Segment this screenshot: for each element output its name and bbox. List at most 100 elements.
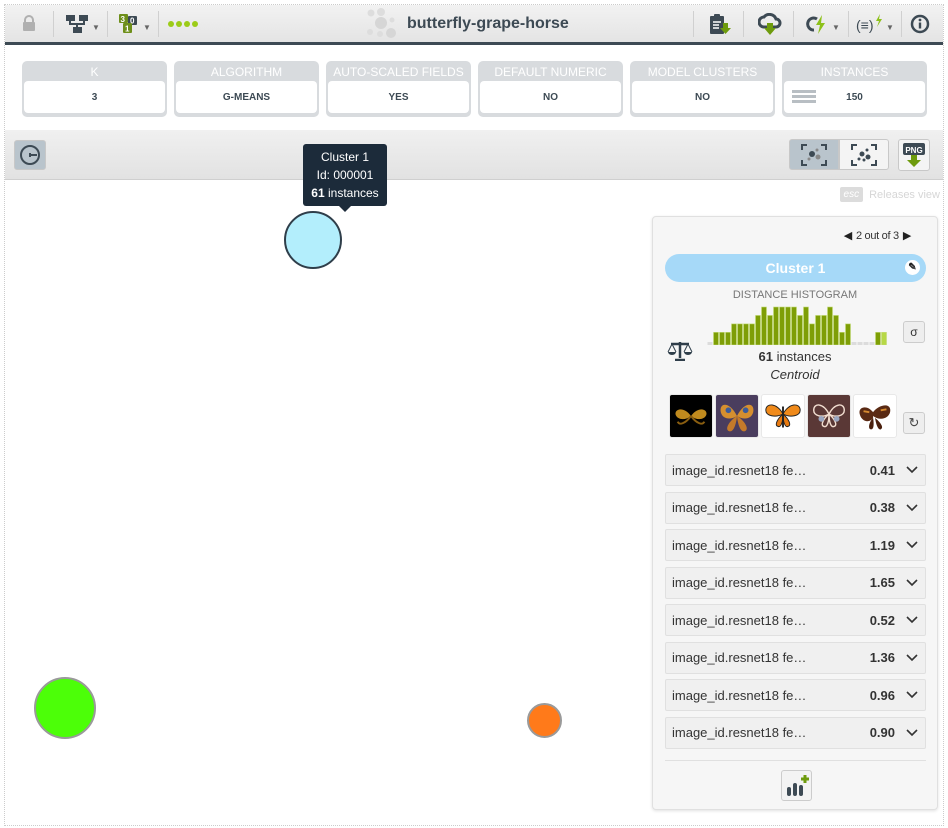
- cluster-focus-icon: [801, 143, 827, 166]
- histogram-bar: [773, 306, 779, 345]
- summary-label: DEFAULT NUMERIC: [494, 65, 607, 79]
- cluster-bubble-orange[interactable]: [527, 703, 562, 738]
- summary-label: AUTO-SCALED FIELDS: [333, 65, 464, 79]
- sigma-button[interactable]: σ: [903, 321, 925, 343]
- view-mode-toggle: [789, 139, 889, 170]
- histogram-bar: [875, 332, 881, 345]
- chevron-down-icon: ▼: [832, 23, 840, 32]
- lock-icon[interactable]: [19, 5, 39, 42]
- cluster-view-button[interactable]: [789, 139, 839, 170]
- field-value: 1.19: [869, 537, 895, 553]
- field-name: image_id.resnet18 fe…: [672, 537, 807, 553]
- add-field-chart-button[interactable]: [781, 770, 812, 801]
- histogram-bar: [749, 323, 755, 345]
- download-cloud-icon: [758, 12, 782, 35]
- scatter-view-button[interactable]: [839, 139, 889, 170]
- histogram-title: DISTANCE HISTOGRAM: [732, 289, 858, 301]
- info-button[interactable]: [907, 5, 933, 42]
- field-name: image_id.resnet18 fe…: [672, 500, 807, 515]
- field-value: 0.90: [869, 725, 895, 740]
- field-name: image_id.resnet18 fe…: [672, 725, 807, 740]
- field-row[interactable]: image_id.resnet18 fe… 0.90: [665, 716, 926, 749]
- edit-pencil-icon[interactable]: ✎: [905, 260, 920, 275]
- status-dots-icon: [165, 5, 201, 42]
- chevron-down-icon[interactable]: [905, 616, 919, 624]
- field-row[interactable]: image_id.resnet18 fe… 0.52: [665, 604, 926, 636]
- cluster-scatter-icon: [851, 143, 877, 166]
- histogram-bar: [863, 342, 869, 345]
- cluster-bubble-green[interactable]: [34, 677, 96, 739]
- summary-value: 150: [846, 91, 863, 103]
- summary-card-k: K 3: [22, 61, 167, 117]
- actionable-code-button[interactable]: (≡) ▼: [855, 5, 895, 42]
- histogram-bar: [725, 332, 731, 345]
- chevron-down-icon[interactable]: [905, 728, 919, 737]
- chevron-down-icon: ▼: [143, 23, 151, 32]
- thumbnail[interactable]: [853, 394, 897, 438]
- export-png-button[interactable]: PNG: [898, 139, 930, 171]
- info-icon: [910, 14, 930, 33]
- model-tree-icon: [66, 14, 89, 33]
- cluster-bubble-1[interactable]: [284, 211, 342, 269]
- tooltip-count: 61: [311, 186, 325, 200]
- summary-card-algorithm: ALGORITHM G-MEANS: [174, 61, 319, 117]
- export-summary-button[interactable]: [705, 5, 735, 42]
- top-toolbar: ▼ 301 ▼ butterfly-grape-horse ▼ (≡) ▼: [5, 5, 943, 45]
- field-value: 0.38: [869, 500, 895, 515]
- field-row[interactable]: image_id.resnet18 fe… 0.41: [665, 454, 926, 486]
- model-tree-button[interactable]: ▼: [65, 5, 101, 42]
- field-value: 1.36: [869, 650, 895, 665]
- chevron-down-icon[interactable]: [905, 541, 919, 549]
- histogram-bar: [737, 323, 743, 345]
- histogram-bar: [833, 315, 839, 345]
- field-value: 0.52: [869, 612, 895, 628]
- histogram-bar: [839, 332, 845, 345]
- svg-text:0: 0: [130, 16, 135, 25]
- cluster-canvas[interactable]: [5, 181, 650, 825]
- chevron-down-icon[interactable]: [905, 466, 919, 474]
- model-title: butterfly-grape-horse: [365, 5, 569, 42]
- tooltip-name: Cluster 1: [320, 150, 370, 164]
- cluster-name-pill: Cluster 1 ✎: [665, 254, 926, 282]
- thumbnail[interactable]: [807, 394, 851, 438]
- centroid-fields: image_id.resnet18 fe… 0.41 image_id.resne…: [665, 454, 926, 754]
- field-name: image_id.resnet18 fe…: [672, 612, 807, 628]
- dataset-counts-button[interactable]: 301 ▼: [117, 5, 153, 42]
- cluster-logo-icon: [367, 7, 396, 38]
- field-value: 1.65: [869, 575, 895, 590]
- chevron-down-icon[interactable]: [905, 503, 919, 512]
- next-cluster-icon[interactable]: ▶: [903, 229, 911, 242]
- field-row[interactable]: image_id.resnet18 fe… 0.38: [665, 491, 926, 524]
- svg-text:PNG: PNG: [905, 146, 922, 155]
- summary-card-instances[interactable]: INSTANCES 150: [782, 61, 927, 117]
- cluster-pager: ◀ 2 out of 3 ▶: [844, 229, 912, 243]
- download-button[interactable]: [755, 5, 785, 42]
- field-row[interactable]: image_id.resnet18 fe… 1.19: [665, 529, 926, 561]
- field-row[interactable]: image_id.resnet18 fe… 1.65: [665, 566, 926, 599]
- histogram-bar: [803, 306, 809, 345]
- thumbnail[interactable]: [669, 394, 713, 438]
- histogram-bar: [827, 306, 833, 345]
- field-row[interactable]: image_id.resnet18 fe… 1.36: [665, 641, 926, 674]
- field-row[interactable]: image_id.resnet18 fe… 0.96: [665, 679, 926, 711]
- field-name: image_id.resnet18 fe…: [672, 687, 807, 703]
- panel-divider: [665, 760, 926, 761]
- chevron-down-icon[interactable]: [905, 578, 919, 587]
- prev-cluster-icon[interactable]: ◀: [844, 229, 852, 242]
- thumbnail[interactable]: [761, 394, 805, 438]
- summary-label: MODEL CLUSTERS: [647, 65, 758, 79]
- summary-value: NO: [632, 81, 773, 113]
- chevron-down-icon[interactable]: [905, 653, 919, 662]
- png-download-icon: PNG: [903, 143, 925, 167]
- pager-text: 2 out of 3: [855, 229, 899, 242]
- refresh-thumbnails-button[interactable]: ↻: [903, 412, 925, 434]
- histogram-bar: [845, 323, 851, 345]
- chevron-down-icon: ▼: [886, 23, 894, 32]
- batch-predict-button[interactable]: ▼: [803, 5, 843, 42]
- summary-label: K: [90, 65, 99, 79]
- field-value: 0.41: [869, 462, 895, 478]
- histogram-bar: [869, 342, 875, 345]
- thumbnail[interactable]: [715, 394, 759, 438]
- chevron-down-icon[interactable]: [905, 691, 919, 699]
- timeline-button[interactable]: [14, 140, 46, 170]
